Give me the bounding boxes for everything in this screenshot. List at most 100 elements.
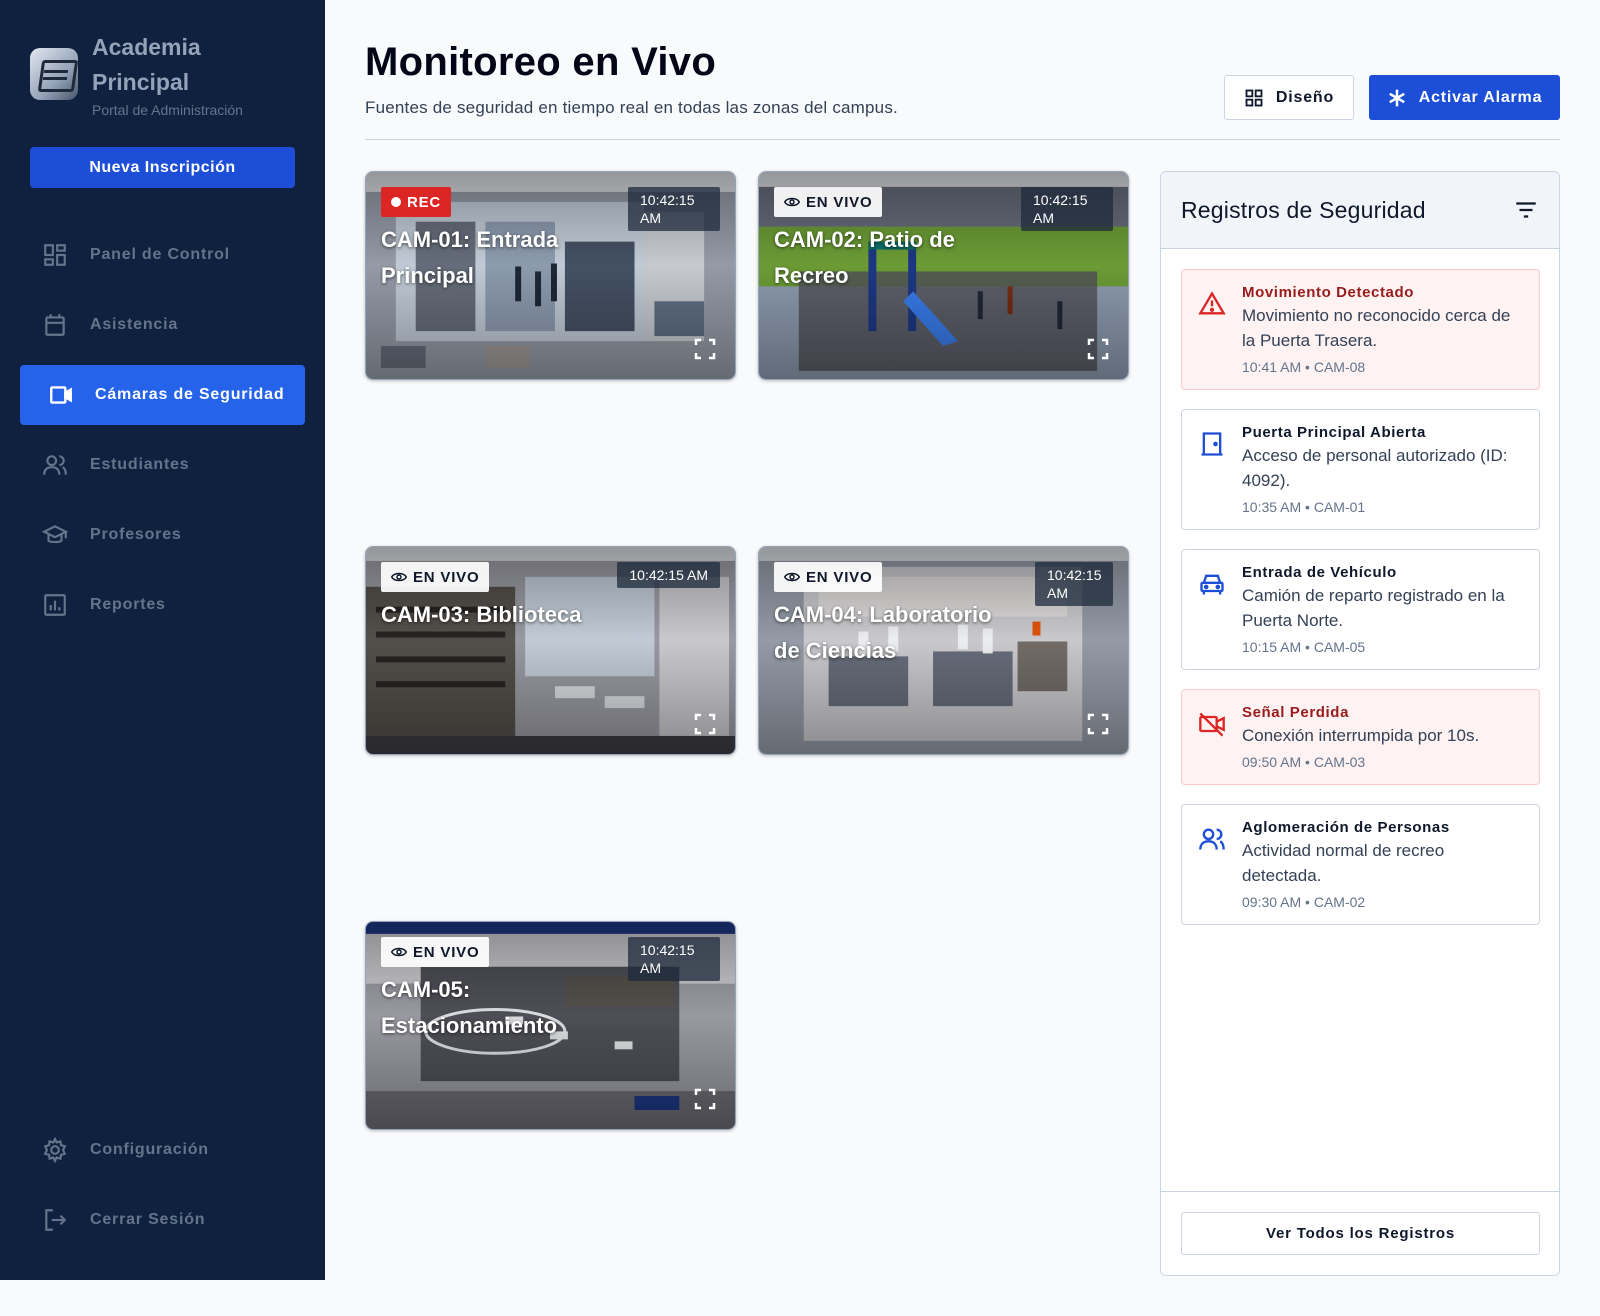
- view-all-logs-button[interactable]: Ver Todos los Registros: [1181, 1212, 1540, 1255]
- filter-icon[interactable]: [1513, 197, 1539, 223]
- camera-title: CAM-04: Laboratorio de Ciencias: [774, 602, 992, 663]
- page-title: Monitoreo en Vivo: [365, 40, 717, 84]
- log-meta: 09:30 AM • CAM-02: [1242, 894, 1366, 910]
- sidebar-item-attendance[interactable]: Asistencia: [20, 295, 305, 355]
- camera-feed-cam-05[interactable]: EN VIVO 10:42:15 AM CAM-05: Estacionamie…: [365, 921, 736, 1130]
- warning-icon: [1198, 291, 1226, 315]
- badge-label: EN VIVO: [413, 568, 480, 586]
- header-divider: [365, 139, 1560, 140]
- live-badge: EN VIVO: [774, 562, 883, 592]
- log-item[interactable]: Aglomeración de Personas Actividad norma…: [1181, 804, 1540, 925]
- sidebar-item-label: Profesores: [90, 526, 182, 543]
- sidebar-bottom: Configuración Cerrar Sesión: [20, 1120, 305, 1260]
- sidebar-item-label: Cámaras de Seguridad: [95, 386, 285, 403]
- sidebar-item-label: Cerrar Sesión: [90, 1211, 206, 1228]
- dashboard-icon: [42, 242, 68, 268]
- camera-timestamp: 10:42:15 AM: [628, 187, 720, 231]
- brand-text: Academia Principal Portal de Administrac…: [92, 30, 243, 118]
- camera-timestamp: 10:42:15 AM: [1035, 562, 1113, 606]
- log-item[interactable]: Movimiento Detectado Movimiento no recon…: [1181, 269, 1540, 390]
- log-description: Actividad normal de recreo detectada.: [1242, 841, 1445, 885]
- log-item[interactable]: Señal Perdida Conexión interrumpida por …: [1181, 689, 1540, 785]
- activate-alarm-button[interactable]: Activar Alarma: [1369, 75, 1560, 120]
- sidebar-item-logout[interactable]: Cerrar Sesión: [20, 1190, 305, 1250]
- asterisk-icon: [1388, 89, 1405, 106]
- fullscreen-icon[interactable]: [693, 712, 717, 736]
- rec-dot-icon: [391, 197, 401, 207]
- bar-chart-icon: [42, 592, 68, 618]
- fullscreen-icon[interactable]: [693, 337, 717, 361]
- log-description: Movimiento no reconocido cerca de la Pue…: [1242, 306, 1511, 350]
- log-description: Conexión interrumpida por 10s.: [1242, 726, 1480, 745]
- layout-button-label: Diseño: [1275, 88, 1335, 106]
- fullscreen-icon[interactable]: [1086, 337, 1110, 361]
- live-badge: EN VIVO: [774, 187, 883, 217]
- log-meta: 10:41 AM • CAM-08: [1242, 359, 1366, 375]
- eye-icon: [784, 197, 800, 207]
- log-title: Aglomeración de Personas: [1242, 819, 1450, 836]
- camera-timestamp: 10:42:15 AM: [617, 562, 720, 588]
- brand-name: Academia Principal: [92, 34, 201, 95]
- users-icon: [42, 452, 68, 478]
- sidebar-item-label: Estudiantes: [90, 456, 190, 473]
- sidebar-item-settings[interactable]: Configuración: [20, 1120, 305, 1180]
- sidebar-item-teachers[interactable]: Profesores: [20, 505, 305, 565]
- graduation-cap-icon: [42, 522, 68, 548]
- car-icon: [1200, 574, 1224, 595]
- live-badge: EN VIVO: [381, 937, 490, 967]
- logout-icon: [42, 1207, 68, 1233]
- timestamp-text: 10:42:15 AM: [629, 567, 708, 583]
- log-title: Señal Perdida: [1242, 704, 1350, 721]
- sidebar-item-dashboard[interactable]: Panel de Control: [20, 225, 305, 285]
- door-icon: [1201, 432, 1223, 456]
- sidebar-item-label: Asistencia: [90, 316, 179, 333]
- badge-label: EN VIVO: [806, 568, 873, 586]
- eye-icon: [784, 572, 800, 582]
- camera-feed-cam-03[interactable]: EN VIVO 10:42:15 AM CAM-03: Biblioteca: [365, 546, 736, 755]
- calendar-icon: [42, 312, 68, 338]
- log-meta: 10:35 AM • CAM-01: [1242, 499, 1366, 515]
- log-meta: 09:50 AM • CAM-03: [1242, 754, 1366, 770]
- sidebar-item-label: Reportes: [90, 596, 166, 613]
- fullscreen-icon[interactable]: [1086, 712, 1110, 736]
- timestamp-text: 10:42:15 AM: [1033, 192, 1088, 226]
- fullscreen-icon[interactable]: [693, 1087, 717, 1111]
- log-description: Camión de reparto registrado en la Puert…: [1242, 586, 1505, 630]
- new-enrollment-button[interactable]: Nueva Inscripción: [30, 147, 295, 188]
- badge-label: REC: [407, 193, 442, 211]
- sidebar-item-students[interactable]: Estudiantes: [20, 435, 305, 495]
- sidebar-nav: Panel de Control Asistencia Cámaras de S…: [20, 225, 305, 645]
- camera-feed-cam-04[interactable]: EN VIVO 10:42:15 AM CAM-04: Laboratorio …: [758, 546, 1129, 755]
- camera-title: CAM-03: Biblioteca: [381, 602, 582, 627]
- log-title: Puerta Principal Abierta: [1242, 424, 1426, 441]
- log-item[interactable]: Entrada de Vehículo Camión de reparto re…: [1181, 549, 1540, 670]
- log-title: Movimiento Detectado: [1242, 284, 1415, 301]
- logs-title: Registros de Seguridad: [1181, 196, 1426, 223]
- sidebar: Academia Principal Portal de Administrac…: [0, 0, 325, 1280]
- layout-button[interactable]: Diseño: [1224, 75, 1354, 120]
- grid-icon: [1245, 89, 1263, 106]
- camera-title: CAM-01: Entrada Principal: [381, 227, 559, 288]
- activate-alarm-label: Activar Alarma: [1418, 88, 1543, 106]
- brand-subtitle: Portal de Administración: [92, 102, 243, 118]
- group-icon: [1199, 828, 1225, 850]
- brand-logo: [30, 48, 78, 100]
- timestamp-text: 10:42:15 AM: [640, 192, 695, 226]
- camera-feed-cam-01[interactable]: REC 10:42:15 AM CAM-01: Entrada Principa…: [365, 171, 736, 380]
- logs-footer: Ver Todos los Registros: [1161, 1191, 1559, 1275]
- rec-badge: REC: [381, 187, 452, 217]
- log-title: Entrada de Vehículo: [1242, 564, 1397, 581]
- log-item[interactable]: Puerta Principal Abierta Acceso de perso…: [1181, 409, 1540, 530]
- sidebar-item-reports[interactable]: Reportes: [20, 575, 305, 635]
- camera-timestamp: 10:42:15 AM: [628, 937, 720, 981]
- brand[interactable]: Academia Principal Portal de Administrac…: [30, 30, 243, 118]
- log-meta: 10:15 AM • CAM-05: [1242, 639, 1366, 655]
- sidebar-item-security-cameras[interactable]: Cámaras de Seguridad: [20, 365, 305, 425]
- sidebar-item-label: Configuración: [90, 1141, 209, 1158]
- badge-label: EN VIVO: [806, 193, 873, 211]
- camera-feed-cam-02[interactable]: EN VIVO 10:42:15 AM CAM-02: Patio de Rec…: [758, 171, 1129, 380]
- eye-icon: [391, 572, 407, 582]
- camera-title: CAM-05: Estacionamiento: [381, 977, 558, 1038]
- timestamp-text: 10:42:15 AM: [1047, 567, 1102, 601]
- eye-icon: [391, 947, 407, 957]
